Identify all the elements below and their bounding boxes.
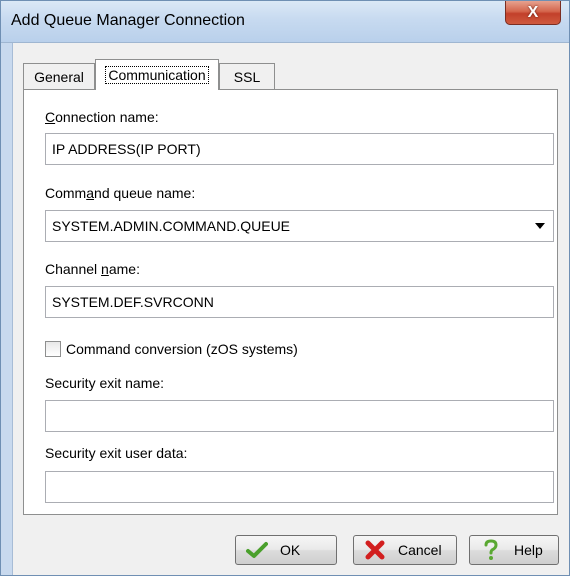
ok-button[interactable]: OK <box>235 535 337 565</box>
command-conversion-checkbox[interactable] <box>45 341 61 357</box>
tab-general-label: General <box>34 68 84 85</box>
command-queue-select[interactable]: SYSTEM.ADMIN.COMMAND.QUEUE <box>45 210 554 242</box>
channel-name-input[interactable]: SYSTEM.DEF.SVRCONN <box>45 286 554 318</box>
tab-ssl-label: SSL <box>233 68 261 85</box>
tab-general[interactable]: General <box>23 63 95 89</box>
tab-communication[interactable]: Communication <box>95 59 219 90</box>
checkmark-icon <box>246 539 268 561</box>
channel-name-label: Channel name: <box>45 261 140 277</box>
cancel-button[interactable]: Cancel <box>353 535 457 565</box>
channel-name-value: SYSTEM.DEF.SVRCONN <box>52 294 214 310</box>
help-button-label: Help <box>514 542 543 558</box>
close-icon: X <box>527 3 539 21</box>
command-queue-label: Command queue name: <box>45 185 196 201</box>
tab-communication-label: Communication <box>105 66 209 84</box>
communication-panel: Connection name: IP ADDRESS(IP PORT) Com… <box>23 89 558 515</box>
security-exit-name-input[interactable] <box>45 400 554 432</box>
red-x-icon <box>364 539 386 561</box>
close-button[interactable]: X <box>505 1 561 25</box>
help-button[interactable]: Help <box>469 535 559 565</box>
security-exit-user-data-label: Security exit user data: <box>45 445 188 461</box>
question-mark-icon <box>480 539 502 561</box>
ok-button-label: OK <box>280 542 301 558</box>
window-title: Add Queue Manager Connection <box>11 12 245 29</box>
connection-name-label: Connection name: <box>45 109 159 125</box>
cancel-button-label: Cancel <box>398 542 442 558</box>
title-bar[interactable]: Add Queue Manager Connection X <box>1 1 569 43</box>
connection-name-value: IP ADDRESS(IP PORT) <box>52 141 201 157</box>
command-queue-value: SYSTEM.ADMIN.COMMAND.QUEUE <box>52 218 291 234</box>
security-exit-user-data-input[interactable] <box>45 471 554 503</box>
connection-name-input[interactable]: IP ADDRESS(IP PORT) <box>45 133 554 165</box>
dialog-window: Add Queue Manager Connection X General C… <box>0 0 570 576</box>
command-conversion-row[interactable]: Command conversion (zOS systems) <box>45 339 298 359</box>
command-conversion-label: Command conversion (zOS systems) <box>66 341 298 357</box>
tab-ssl[interactable]: SSL <box>219 63 275 89</box>
security-exit-name-label: Security exit name: <box>45 375 165 391</box>
background-window-edge <box>1 43 13 575</box>
dropdown-arrow-icon[interactable] <box>535 223 545 229</box>
